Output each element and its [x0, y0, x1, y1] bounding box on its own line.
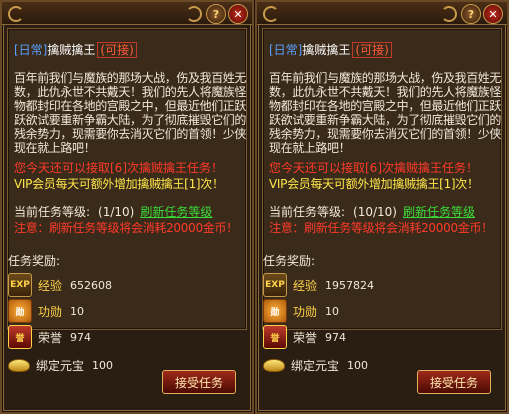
reward-name: 功勋 — [293, 304, 318, 319]
close-button[interactable]: ✕ — [483, 4, 503, 24]
quest-title: [日常]擒贼擒王 (可接) — [269, 41, 392, 58]
quest-type-tag: [日常] — [14, 43, 48, 57]
refresh-level-link[interactable]: 刷新任务等级 — [403, 205, 475, 219]
reward-name: 绑定元宝 — [291, 358, 340, 373]
reward-honor: 誉 荣誉 974 — [8, 325, 92, 349]
reward-name: 荣誉 — [293, 330, 318, 345]
reward-value: 1957824 — [325, 278, 375, 292]
quest-status: (可接) — [97, 42, 137, 58]
reward-ingot: 绑定元宝 100 — [8, 354, 113, 376]
refresh-cost-warning: 注意：刷新任务等级将会消耗20000金币！ — [14, 221, 238, 235]
quest-panel-left: ? ✕ [日常]擒贼擒王 (可接) 百年前我们与魔族的那场大战，伤及我百姓无数，此… — [0, 0, 254, 414]
remaining-count-notice: 您今天还可以接取[6]次擒贼擒王任务！ — [14, 161, 223, 175]
help-button[interactable]: ? — [206, 4, 226, 24]
task-level: 当前任务等级: (10/10) 刷新任务等级 — [269, 203, 475, 220]
reward-name: 荣誉 — [38, 330, 63, 345]
reward-name: 经验 — [38, 278, 63, 293]
reward-value: 974 — [70, 330, 92, 344]
close-button[interactable]: ✕ — [228, 4, 248, 24]
reward-merit: 勋 功勋 10 — [263, 299, 340, 323]
accept-quest-button[interactable]: 接受任务 — [417, 370, 491, 394]
reward-name: 经验 — [293, 278, 318, 293]
gold-ingot-icon — [8, 354, 30, 376]
rewards-label: 任务奖励: — [8, 254, 61, 268]
reward-merit: 勋 功勋 10 — [8, 299, 85, 323]
reward-honor: 誉 荣誉 974 — [263, 325, 347, 349]
gold-ingot-icon — [263, 354, 285, 376]
refresh-level-link[interactable]: 刷新任务等级 — [140, 205, 212, 219]
reward-exp: EXP 经验 652608 — [8, 273, 113, 297]
reward-exp: EXP 经验 1957824 — [263, 273, 375, 297]
refresh-cost-warning: 注意：刷新任务等级将会消耗20000金币！ — [269, 221, 493, 235]
exp-icon: EXP — [8, 273, 32, 297]
window-title-bar[interactable]: ? ✕ — [257, 2, 507, 25]
reward-value: 10 — [325, 304, 340, 318]
task-level-value: (1/10) — [98, 205, 135, 219]
quest-name: 擒贼擒王 — [47, 43, 96, 57]
vip-notice: VIP会员每天可额外增加擒贼擒王[1]次！ — [269, 177, 479, 191]
task-level-label: 当前任务等级: — [269, 205, 346, 219]
ornament-icon — [263, 6, 279, 22]
ornament-icon — [186, 6, 202, 22]
quest-name: 擒贼擒王 — [302, 43, 351, 57]
reward-value: 100 — [347, 358, 369, 372]
help-button[interactable]: ? — [461, 4, 481, 24]
accept-quest-button[interactable]: 接受任务 — [162, 370, 236, 394]
reward-value: 974 — [325, 330, 347, 344]
quest-story: 百年前我们与魔族的那场大战，伤及我百姓无数，此仇永世不共戴天！我们的先人将魔族怪… — [14, 71, 247, 155]
task-level-label: 当前任务等级: — [14, 205, 91, 219]
quest-status: (可接) — [352, 42, 392, 58]
task-level: 当前任务等级: (1/10) 刷新任务等级 — [14, 203, 212, 220]
quest-type-tag: [日常] — [269, 43, 303, 57]
reward-value: 10 — [70, 304, 85, 318]
reward-ingot: 绑定元宝 100 — [263, 354, 368, 376]
reward-name: 绑定元宝 — [36, 358, 85, 373]
vip-notice: VIP会员每天可额外增加擒贼擒王[1]次！ — [14, 177, 224, 191]
merit-medal-icon: 勋 — [263, 299, 287, 323]
remaining-count-notice: 您今天还可以接取[6]次擒贼擒王任务！ — [269, 161, 478, 175]
reward-value: 100 — [92, 358, 114, 372]
task-level-value: (10/10) — [353, 205, 397, 219]
window-title-bar[interactable]: ? ✕ — [2, 2, 252, 25]
honor-badge-icon: 誉 — [263, 325, 287, 349]
ornament-icon — [441, 6, 457, 22]
quest-title: [日常]擒贼擒王 (可接) — [14, 41, 137, 58]
honor-badge-icon: 誉 — [8, 325, 32, 349]
reward-value: 652608 — [70, 278, 113, 292]
rewards-label: 任务奖励: — [263, 254, 316, 268]
exp-icon: EXP — [263, 273, 287, 297]
quest-story: 百年前我们与魔族的那场大战，伤及我百姓无数，此仇永世不共戴天！我们的先人将魔族怪… — [269, 71, 502, 155]
ornament-icon — [8, 6, 24, 22]
reward-name: 功勋 — [38, 304, 63, 319]
merit-medal-icon: 勋 — [8, 299, 32, 323]
quest-panel-right: ? ✕ [日常]擒贼擒王 (可接) 百年前我们与魔族的那场大战，伤及我百姓无数，此… — [255, 0, 509, 414]
